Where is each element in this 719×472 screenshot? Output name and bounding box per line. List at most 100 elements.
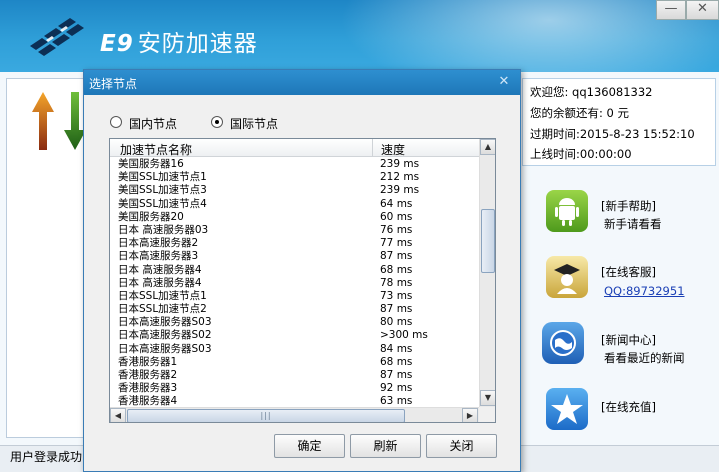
horizontal-scroll-thumb[interactable]: ||| (127, 409, 405, 422)
node-name: 日本高速服务器S03 (118, 342, 212, 355)
node-row[interactable]: 日本高速服务器S03 84 ms (110, 343, 479, 356)
node-row[interactable]: 日本SSL加速节点1 73 ms (110, 290, 479, 303)
node-speed: 68 ms (380, 263, 413, 276)
node-name: 美国服务器16 (118, 158, 184, 170)
node-row[interactable]: 日本高速服务器S02 >300 ms (110, 329, 479, 342)
dialog-title: 选择节点 (89, 77, 138, 91)
node-row[interactable]: 日本高速服务器2 77 ms (110, 237, 479, 250)
service-news-title[interactable]: [新闻中心] (601, 332, 656, 348)
node-name: 日本高速服务器S02 (118, 329, 212, 342)
radio-international-label[interactable]: 国际节点 (230, 115, 278, 132)
node-row[interactable]: 日本 高速服务器4 78 ms (110, 277, 479, 290)
node-list[interactable]: 加速节点名称 速度 美国服务器16 239 ms 美国SSL加速节点1 212 ms 美… (109, 138, 496, 423)
node-name: 日本 高速服务器4 (118, 263, 202, 276)
expire-line: 过期时间:2015-8-23 15:52:10 (530, 127, 695, 141)
node-name: 美国SSL加速节点1 (118, 171, 207, 184)
scroll-up-button[interactable]: ▲ (480, 139, 495, 155)
welcome-line: 欢迎您: qq136081332 (530, 84, 652, 100)
node-name: 日本 高速服务器4 (118, 276, 202, 289)
service-news-sub[interactable]: 看看最近的新闻 (604, 350, 685, 366)
node-name: 美国服务器20 (118, 210, 184, 223)
app-logo-icon (30, 18, 84, 56)
node-name: 美国SSL加速节点4 (118, 197, 207, 210)
node-row[interactable]: 美国SSL加速节点3 239 ms (110, 184, 479, 197)
node-speed: >300 ms (380, 329, 428, 342)
node-row[interactable]: 日本高速服务器S03 80 ms (110, 316, 479, 329)
node-name: 美国SSL加速节点3 (118, 184, 207, 197)
node-row[interactable]: 美国SSL加速节点1 212 ms (110, 171, 479, 184)
horizontal-scrollbar[interactable]: ◀ ||| ▶ (110, 407, 479, 422)
node-row[interactable]: 美国服务器16 239 ms (110, 158, 479, 171)
dialog-titlebar: 选择节点 ✕ (84, 70, 520, 95)
col-header-name[interactable]: 加速节点名称 (120, 141, 192, 158)
dialog-close-icon[interactable]: ✕ (490, 73, 518, 91)
col-separator[interactable] (372, 139, 373, 157)
node-name: 日本SSL加速节点2 (118, 303, 207, 316)
node-row[interactable]: 美国服务器20 60 ms (110, 211, 479, 224)
radio-domestic[interactable] (110, 116, 122, 128)
app-title-text: 安防加速器 (137, 31, 258, 57)
node-list-header: 加速节点名称 速度 (110, 139, 479, 157)
node-name: 香港服务器3 (118, 382, 178, 395)
username: qq136081332 (572, 85, 653, 99)
vertical-scrollbar[interactable]: ▲ ▼ (479, 139, 495, 407)
node-speed: 78 ms (380, 276, 413, 289)
node-speed: 68 ms (380, 355, 413, 368)
node-speed: 64 ms (380, 197, 413, 210)
scroll-left-button[interactable]: ◀ (110, 408, 126, 422)
app-title: E9 安防加速器 (100, 24, 258, 58)
node-speed: 73 ms (380, 289, 413, 302)
radio-domestic-label[interactable]: 国内节点 (129, 115, 177, 132)
online-time-line: 上线时间:00:00:00 (530, 147, 632, 161)
node-speed: 239 ms (380, 158, 420, 170)
radio-international[interactable] (211, 116, 223, 128)
vertical-scroll-thumb[interactable] (481, 209, 495, 273)
node-name: 日本高速服务器3 (118, 250, 199, 263)
node-speed: 80 ms (380, 316, 413, 329)
service-support-title[interactable]: [在线客服] (601, 264, 656, 280)
welcome-label: 欢迎您: (530, 85, 569, 99)
status-text: 用户登录成功 (10, 450, 83, 464)
globe-icon[interactable] (542, 322, 584, 364)
support-qq-link[interactable]: QQ:89732951 (604, 284, 685, 298)
brand-mark: E9 (100, 31, 134, 57)
service-recharge-title[interactable]: [在线充值] (601, 399, 656, 415)
node-speed: 92 ms (380, 382, 413, 395)
node-row[interactable]: 香港服务器3 92 ms (110, 382, 479, 395)
node-row[interactable]: 日本SSL加速节点2 87 ms (110, 303, 479, 316)
node-name: 日本SSL加速节点1 (118, 289, 207, 302)
node-row[interactable]: 日本高速服务器3 87 ms (110, 250, 479, 263)
col-header-speed[interactable]: 速度 (381, 141, 405, 158)
node-speed: 87 ms (380, 250, 413, 263)
node-row[interactable]: 日本 高速服务器03 76 ms (110, 224, 479, 237)
scroll-down-button[interactable]: ▼ (480, 390, 495, 406)
upload-arrow-icon (32, 92, 54, 150)
node-speed: 87 ms (380, 303, 413, 316)
graduate-icon[interactable] (546, 256, 588, 298)
app-titlebar: E9 安防加速器 (0, 0, 719, 72)
node-row[interactable]: 香港服务器2 87 ms (110, 369, 479, 382)
node-speed: 77 ms (380, 237, 413, 250)
node-row[interactable]: 香港服务器1 68 ms (110, 356, 479, 369)
ok-button[interactable]: 确定 (274, 434, 345, 458)
node-name: 日本 高速服务器03 (118, 223, 209, 236)
node-row[interactable]: 美国SSL加速节点4 64 ms (110, 198, 479, 211)
node-name: 香港服务器2 (118, 369, 178, 381)
node-speed: 212 ms (380, 171, 420, 184)
balance-line: 您的余额还有: 0 元 (530, 106, 630, 120)
close-window-button[interactable]: ✕ (686, 0, 719, 20)
service-help-sub[interactable]: 新手请看看 (604, 216, 662, 232)
service-help-title[interactable]: [新手帮助] (601, 198, 656, 214)
node-speed: 84 ms (380, 342, 413, 355)
node-rows: 美国服务器16 239 ms 美国SSL加速节点1 212 ms 美国SSL加速节点3 2… (110, 158, 479, 409)
star-icon[interactable] (546, 388, 588, 430)
refresh-button[interactable]: 刷新 (350, 434, 421, 458)
android-icon[interactable] (546, 190, 588, 232)
scroll-corner (479, 407, 495, 422)
scroll-right-button[interactable]: ▶ (462, 408, 478, 422)
select-node-dialog: 选择节点 ✕ 国内节点 国际节点 加速节点名称 速度 美国服务器16 239 ms… (83, 69, 521, 472)
minimize-button[interactable]: — (656, 0, 686, 20)
node-speed: 239 ms (380, 184, 420, 197)
close-button[interactable]: 关闭 (426, 434, 497, 458)
node-row[interactable]: 日本 高速服务器4 68 ms (110, 264, 479, 277)
